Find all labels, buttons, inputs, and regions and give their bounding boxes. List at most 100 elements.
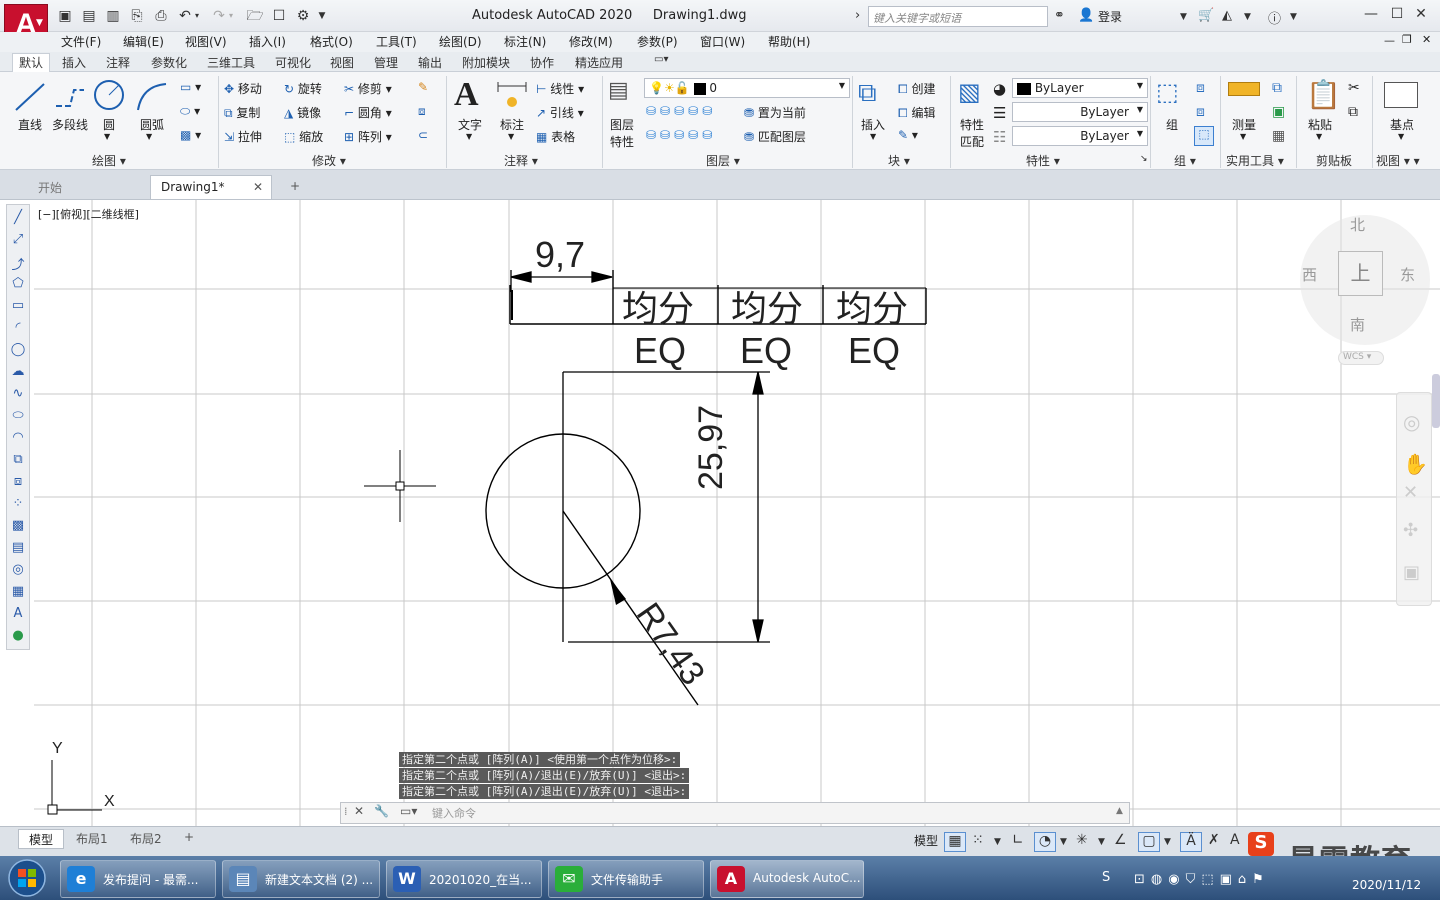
polar-dropdown-icon[interactable]: ▼ bbox=[1060, 837, 1067, 847]
revcloud-tool-icon[interactable]: ☁ bbox=[9, 364, 27, 382]
viewcube-west[interactable]: 西 bbox=[1302, 264, 1317, 285]
ungroup-icon[interactable]: ⧈ bbox=[1196, 80, 1205, 96]
vertical-scrollbar[interactable] bbox=[1432, 374, 1440, 428]
group-button[interactable]: 组 bbox=[1160, 116, 1184, 133]
menu-modify[interactable]: 修改(M) bbox=[569, 33, 613, 50]
tab-drawing1[interactable]: Drawing1* ✕ bbox=[150, 175, 272, 199]
dimension-button[interactable]: 标注 bbox=[496, 116, 528, 133]
select-all-icon[interactable]: ▣ bbox=[1272, 104, 1285, 120]
doc-minimize-icon[interactable]: — bbox=[1384, 34, 1395, 47]
linetype-icon[interactable]: ☰ bbox=[993, 104, 1006, 122]
rectangle-icon[interactable]: ▭ ▾ bbox=[180, 80, 201, 94]
clipboard-panel-label[interactable]: 剪贴板 bbox=[1316, 152, 1352, 169]
qat-customize-icon[interactable]: ▼ bbox=[316, 7, 328, 25]
a360-dropdown-icon[interactable]: ▼ bbox=[1244, 12, 1251, 22]
copy-button[interactable]: ⧉ 复制 bbox=[224, 104, 260, 121]
pan-hand-icon[interactable]: ✋ bbox=[1403, 452, 1428, 476]
view-panel-label[interactable]: 视图 ▾ ▾ bbox=[1376, 152, 1420, 169]
menu-window[interactable]: 窗口(W) bbox=[700, 33, 745, 50]
base-dropdown-icon[interactable]: ▼ bbox=[1398, 132, 1404, 141]
new-icon[interactable]: ☐ bbox=[270, 7, 288, 25]
a360-icon[interactable]: ◭ bbox=[1222, 8, 1232, 23]
layer-tools-row-2[interactable]: ⛁⛁⛁⛁⛁ bbox=[646, 128, 716, 142]
tab-insert[interactable]: 插入 bbox=[62, 54, 86, 71]
menu-tools[interactable]: 工具(T) bbox=[376, 33, 417, 50]
taskbar-item[interactable]: e 发布提问 - 最需... bbox=[60, 860, 216, 898]
osnap-icon[interactable]: ▢ bbox=[1138, 832, 1160, 852]
orbit-icon[interactable]: ✣ bbox=[1403, 520, 1418, 541]
polyline-tool-icon[interactable]: ⤴ bbox=[9, 254, 27, 273]
tab-parametric[interactable]: 参数化 bbox=[151, 54, 187, 71]
ortho-icon[interactable]: ∟ bbox=[1012, 832, 1024, 848]
make-block-tool-icon[interactable]: ⧈ bbox=[9, 474, 27, 492]
arc-dropdown-icon[interactable]: ▼ bbox=[146, 132, 152, 141]
viewcube-north[interactable]: 北 bbox=[1350, 214, 1365, 235]
circle-dropdown-icon[interactable]: ▼ bbox=[104, 132, 110, 141]
annotation-panel-label[interactable]: 注释 ▾ bbox=[504, 152, 538, 169]
rotate-button[interactable]: ↻ 旋转 bbox=[284, 80, 322, 97]
search-input[interactable]: 键入关键字或短语 bbox=[868, 6, 1048, 27]
auto-scale-icon[interactable]: ✗ bbox=[1208, 832, 1220, 848]
command-grip-icon[interactable]: ⁞ bbox=[344, 805, 348, 818]
layer-dropdown[interactable]: 💡☀🔓 0 ▼ bbox=[644, 78, 850, 98]
circle-button[interactable]: 圆 bbox=[94, 116, 124, 133]
annotation-scale-icon[interactable]: A bbox=[1230, 832, 1240, 848]
layout-tab-2[interactable]: 布局2 bbox=[120, 829, 172, 849]
match-properties-icon[interactable]: ▧ bbox=[958, 78, 981, 106]
erase-icon[interactable]: ✎ bbox=[418, 80, 428, 94]
viewport-controls[interactable]: [−][俯视][二维线框] bbox=[38, 206, 139, 222]
linear-button[interactable]: ⊢ 线性 ▾ bbox=[536, 80, 584, 97]
add-selected-tool-icon[interactable]: ● bbox=[9, 628, 27, 646]
tab-addins[interactable]: 附加模块 bbox=[462, 54, 510, 71]
text-icon[interactable]: A bbox=[454, 76, 479, 114]
viewcube-east[interactable]: 东 bbox=[1400, 264, 1415, 285]
command-recent-icon[interactable]: ▭▾ bbox=[400, 804, 417, 818]
measure-button[interactable]: 测量 bbox=[1228, 116, 1260, 133]
model-space-button[interactable]: 模型 bbox=[914, 832, 938, 849]
minimize-icon[interactable]: — bbox=[1360, 6, 1382, 26]
new-tab-button[interactable]: + bbox=[280, 175, 310, 199]
move-button[interactable]: ✥ 移动 bbox=[224, 80, 262, 97]
layer-properties-icon[interactable]: ▤ bbox=[608, 78, 629, 103]
paste-icon[interactable]: 📋 bbox=[1306, 78, 1341, 111]
login-button[interactable]: 登录 bbox=[1098, 8, 1122, 25]
close-icon[interactable]: ✕ bbox=[1410, 6, 1432, 26]
taskbar-item[interactable]: ✉ 文件传输助手 bbox=[548, 860, 704, 898]
cut-icon[interactable]: ✂ bbox=[1348, 80, 1360, 96]
menu-edit[interactable]: 编辑(E) bbox=[123, 33, 164, 50]
lineweight-dropdown[interactable]: ByLayer ▼ bbox=[1012, 126, 1148, 146]
hatch-icon[interactable]: ⬭ ▾ bbox=[180, 104, 200, 119]
polygon-tool-icon[interactable]: ⬠ bbox=[9, 276, 27, 294]
taskbar-item[interactable]: ▤ 新建文本文档 (2) ... bbox=[222, 860, 380, 898]
tab-start[interactable]: 开始 bbox=[28, 175, 72, 199]
mirror-button[interactable]: ◮ 镜像 bbox=[284, 104, 321, 121]
layer-tools-row-1[interactable]: ⛁⛁⛁⛁⛁ bbox=[646, 104, 716, 118]
user-icon[interactable]: 👤 bbox=[1078, 8, 1094, 23]
draw-panel-label[interactable]: 绘图 ▾ bbox=[92, 152, 126, 169]
search-expand-icon[interactable]: › bbox=[855, 8, 860, 23]
properties-panel-label[interactable]: 特性 ▾ bbox=[1026, 152, 1060, 169]
command-input[interactable]: 键入命令 bbox=[432, 805, 476, 821]
snap-dropdown-icon[interactable]: ▼ bbox=[994, 837, 1001, 847]
lineweight-icon[interactable]: ☷ bbox=[993, 128, 1006, 146]
region-tool-icon[interactable]: ◎ bbox=[9, 562, 27, 580]
doc-close-icon[interactable]: ✕ bbox=[1422, 33, 1431, 46]
wcs-menu[interactable]: WCS ▾ bbox=[1338, 351, 1384, 365]
rectangle-tool-icon[interactable]: ▭ bbox=[9, 298, 27, 316]
polar-icon[interactable]: ◔ bbox=[1034, 832, 1056, 852]
paste-dropdown-icon[interactable]: ▼ bbox=[1316, 132, 1322, 141]
tab-featured-apps[interactable]: 精选应用 bbox=[575, 54, 623, 71]
base-view-button[interactable]: 基点 bbox=[1384, 116, 1420, 133]
taskbar-item[interactable]: W 20201020_在当... bbox=[386, 860, 542, 898]
gradient-tool-icon[interactable]: ▤ bbox=[9, 540, 27, 558]
make-current-button[interactable]: ⛃ 置为当前 bbox=[744, 104, 806, 121]
maximize-icon[interactable]: ☐ bbox=[1386, 6, 1408, 26]
point-tool-icon[interactable]: ⁘ bbox=[9, 496, 27, 514]
layout-tab-1[interactable]: 布局1 bbox=[66, 829, 118, 849]
layout-tab-model[interactable]: 模型 bbox=[18, 829, 65, 849]
line-icon[interactable] bbox=[12, 80, 48, 114]
menu-draw[interactable]: 绘图(D) bbox=[439, 33, 482, 50]
folder-icon[interactable]: 🗁 bbox=[246, 7, 264, 25]
construction-line-icon[interactable]: ⤢ bbox=[9, 232, 27, 250]
binoculars-icon[interactable]: ⚭ bbox=[1054, 8, 1065, 23]
